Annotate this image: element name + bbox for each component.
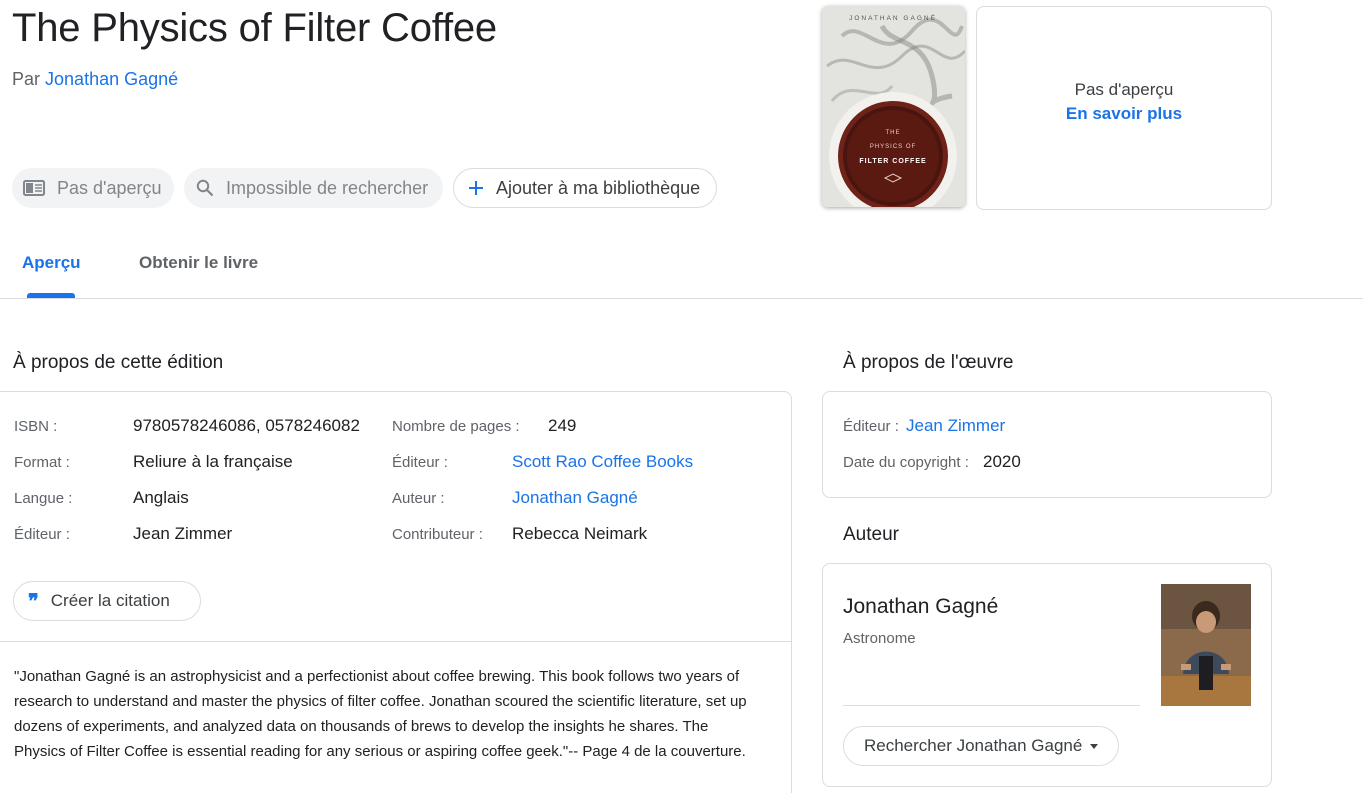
author-card-divider xyxy=(843,705,1140,706)
search-author-label: Rechercher Jonathan Gagné xyxy=(864,736,1083,755)
publisher-label: Éditeur : xyxy=(392,454,448,471)
cover-title-line1: THE xyxy=(886,130,901,136)
pages-value: 249 xyxy=(548,416,577,435)
preview-panel: Pas d'aperçu En savoir plus xyxy=(976,6,1272,210)
pages-label: Nombre de pages : xyxy=(392,418,520,435)
format-value: Reliure à la française xyxy=(133,452,293,471)
isbn-label: ISBN : xyxy=(14,418,58,435)
work-editor-label: Éditeur : xyxy=(843,418,899,435)
work-heading: À propos de l'œuvre xyxy=(843,352,1014,373)
caret-down-icon xyxy=(1090,743,1099,749)
quote-icon: ❞ xyxy=(28,589,39,613)
add-to-library-button[interactable]: Ajouter à ma bibliothèque xyxy=(453,168,717,208)
search-icon xyxy=(196,179,214,197)
create-citation-label: Créer la citation xyxy=(50,591,170,610)
learn-more-link[interactable]: En savoir plus xyxy=(1066,104,1182,124)
book-title: The Physics of Filter Coffee xyxy=(12,6,497,50)
tabs-divider xyxy=(0,298,1363,299)
add-to-library-label: Ajouter à ma bibliothèque xyxy=(496,177,701,198)
create-citation-button[interactable]: ❞ Créer la citation xyxy=(13,581,201,621)
edition-divider xyxy=(0,641,791,642)
edition-heading: À propos de cette édition xyxy=(13,352,224,373)
author-role: Astronome xyxy=(843,630,916,647)
language-label: Langue : xyxy=(14,490,73,507)
contributor-label: Contributeur : xyxy=(392,526,483,543)
book-cover-art: JONATHAN GAGNÉ THE PHYSICS OF FILTER COF… xyxy=(822,6,965,207)
plus-icon xyxy=(468,180,484,196)
cover-author-text: JONATHAN GAGNÉ xyxy=(849,13,937,22)
author-photo xyxy=(1161,584,1251,706)
editor-value: Jean Zimmer xyxy=(133,524,233,543)
author-heading: Auteur xyxy=(843,524,899,545)
book-description: "Jonathan Gagné is an astrophysicist and… xyxy=(14,668,747,760)
book-preview-icon xyxy=(23,179,45,197)
author-link[interactable]: Jonathan Gagné xyxy=(45,69,178,89)
author-name: Jonathan Gagné xyxy=(843,595,999,618)
edition-author-link[interactable]: Jonathan Gagné xyxy=(512,488,638,508)
byline: Par Jonathan Gagné xyxy=(12,69,178,90)
language-value: Anglais xyxy=(133,488,189,507)
cover-title-line3: FILTER COFFEE xyxy=(859,158,926,165)
no-preview-chip: Pas d'aperçu xyxy=(12,168,174,208)
copyright-value: 2020 xyxy=(983,452,1021,471)
no-search-label: Impossible de rechercher xyxy=(226,177,429,198)
editor-label: Éditeur : xyxy=(14,526,70,543)
work-editor-link[interactable]: Jean Zimmer xyxy=(906,416,1005,436)
preview-panel-text: Pas d'aperçu xyxy=(1074,80,1174,99)
book-cover[interactable]: JONATHAN GAGNÉ THE PHYSICS OF FILTER COF… xyxy=(822,6,965,207)
cover-title-line2: PHYSICS OF xyxy=(870,144,916,150)
tab-overview[interactable]: Aperçu xyxy=(22,253,81,273)
author-label: Auteur : xyxy=(392,490,445,507)
no-preview-label: Pas d'aperçu xyxy=(57,177,162,198)
work-card xyxy=(822,391,1272,498)
publisher-link[interactable]: Scott Rao Coffee Books xyxy=(512,452,693,472)
copyright-label: Date du copyright : xyxy=(843,454,969,471)
isbn-value: 9780578246086, 0578246082 xyxy=(133,416,360,435)
format-label: Format : xyxy=(14,454,70,471)
byline-prefix: Par xyxy=(12,69,41,89)
search-author-button[interactable]: Rechercher Jonathan Gagné xyxy=(843,726,1120,766)
tab-get-book[interactable]: Obtenir le livre xyxy=(139,253,258,273)
no-search-chip: Impossible de rechercher xyxy=(184,168,443,208)
contributor-value: Rebecca Neimark xyxy=(512,524,648,543)
